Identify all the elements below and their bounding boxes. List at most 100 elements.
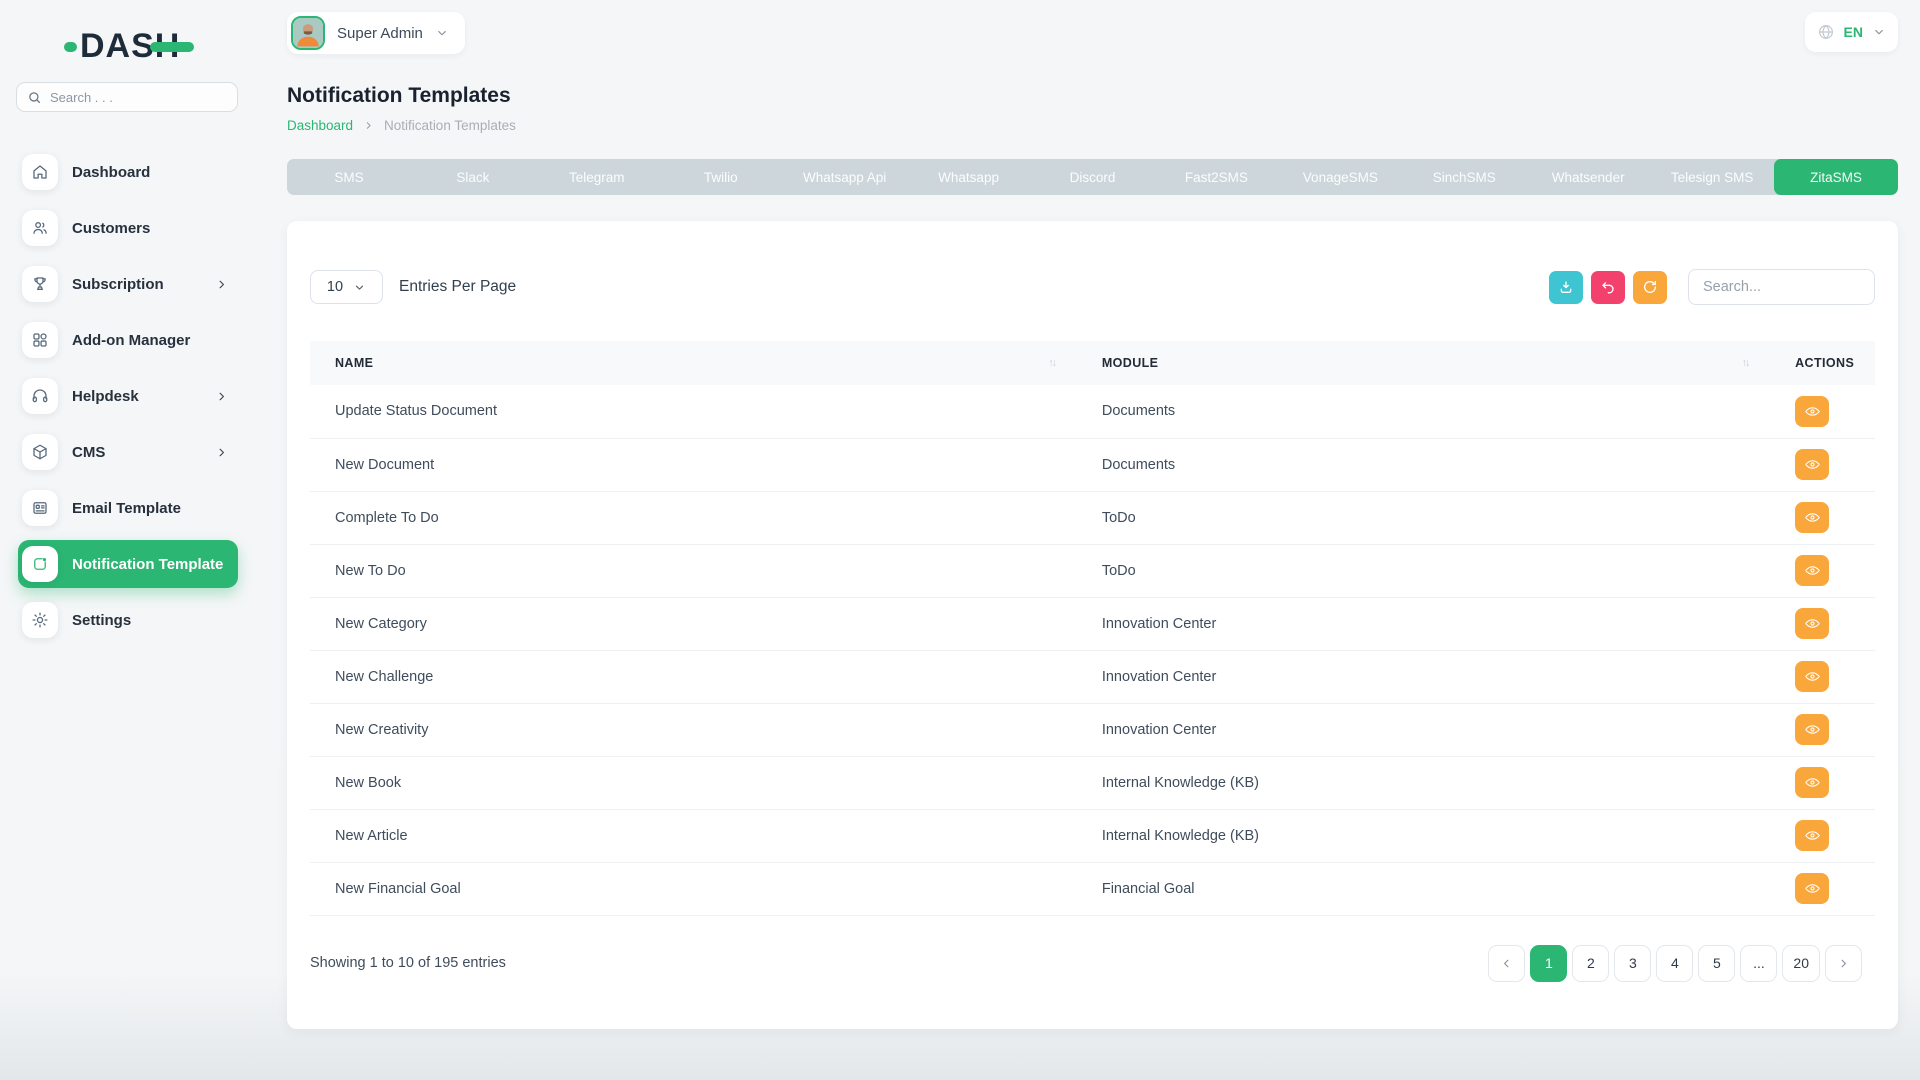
sidebar-item-email-template[interactable]: Email Template	[18, 484, 238, 532]
chevron-right-icon	[215, 278, 228, 291]
pagination-prev-button[interactable]	[1488, 945, 1525, 982]
tab-telegram[interactable]: Telegram	[535, 159, 659, 195]
sidebar-item-label: Email Template	[72, 500, 181, 517]
sidebar-item-label: Helpdesk	[72, 388, 139, 405]
sidebar-item-label: Dashboard	[72, 164, 150, 181]
export-download-button[interactable]	[1549, 271, 1583, 304]
chevron-down-icon	[435, 26, 449, 40]
view-template-button[interactable]	[1795, 714, 1829, 745]
refresh-button[interactable]	[1633, 271, 1667, 304]
tab-fast2sms[interactable]: Fast2SMS	[1154, 159, 1278, 195]
entries-per-page-value: 10	[327, 279, 343, 295]
tab-whatsapp-api[interactable]: Whatsapp Api	[783, 159, 907, 195]
sidebar-item-label: Customers	[72, 220, 150, 237]
sidebar-menu: Dashboard Customers Subscription Add-on Man…	[0, 148, 256, 652]
view-template-button[interactable]	[1795, 396, 1829, 427]
view-template-button[interactable]	[1795, 661, 1829, 692]
sidebar-item-customers[interactable]: Customers	[18, 204, 238, 252]
entries-per-page-select[interactable]: 10	[310, 270, 383, 304]
tab-whatsapp[interactable]: Whatsapp	[907, 159, 1031, 195]
cell-name: New Creativity	[310, 703, 1077, 756]
brand-logo[interactable]: DASH	[64, 24, 256, 68]
headset-icon-tile	[22, 378, 58, 414]
pagination-page-2[interactable]: 2	[1572, 945, 1609, 982]
view-template-button[interactable]	[1795, 555, 1829, 586]
sidebar-item-label: Notification Template	[72, 556, 223, 573]
table-toolbar: 10 Entries Per Page	[310, 269, 1875, 305]
gear-icon-tile	[22, 602, 58, 638]
sort-icon[interactable]: ↑↓	[1742, 357, 1749, 369]
globe-icon	[1817, 23, 1835, 41]
main-content: Super Admin EN Notification Templates Da…	[256, 0, 1920, 1029]
breadcrumb-dashboard-link[interactable]: Dashboard	[287, 118, 353, 133]
tab-sinchsms[interactable]: SinchSMS	[1402, 159, 1526, 195]
sidebar-search-input[interactable]	[50, 90, 210, 105]
cell-name: Update Status Document	[310, 385, 1077, 438]
view-template-button[interactable]	[1795, 608, 1829, 639]
tab-zitasms[interactable]: ZitaSMS	[1774, 159, 1898, 195]
topbar: Super Admin EN	[287, 12, 1898, 54]
cell-module: Innovation Center	[1077, 703, 1770, 756]
sort-icon[interactable]: ↑↓	[1048, 357, 1055, 369]
pagination: 12345...20	[1488, 945, 1875, 982]
table-row: New DocumentDocuments	[310, 438, 1875, 491]
tab-twilio[interactable]: Twilio	[659, 159, 783, 195]
cell-name: New Book	[310, 756, 1077, 809]
sidebar-item-notification-template[interactable]: Notification Template	[18, 540, 238, 588]
sidebar-item-settings[interactable]: Settings	[18, 596, 238, 644]
cell-name: New Challenge	[310, 650, 1077, 703]
tab-sms[interactable]: SMS	[287, 159, 411, 195]
view-template-button[interactable]	[1795, 502, 1829, 533]
tab-vonagesms[interactable]: VonageSMS	[1278, 159, 1402, 195]
pagination-ellipsis[interactable]: ...	[1740, 945, 1777, 982]
chevron-down-icon	[1872, 25, 1886, 39]
column-header-module[interactable]: MODULE↑↓	[1077, 341, 1770, 385]
user-menu[interactable]: Super Admin	[287, 12, 465, 54]
home-icon	[31, 163, 49, 181]
gear-icon	[31, 611, 49, 629]
view-template-button[interactable]	[1795, 820, 1829, 851]
tab-telesign-sms[interactable]: Telesign SMS	[1650, 159, 1774, 195]
table-row: New ChallengeInnovation Center	[310, 650, 1875, 703]
pagination-page-5[interactable]: 5	[1698, 945, 1735, 982]
cell-name: New Article	[310, 809, 1077, 862]
sidebar-item-dashboard[interactable]: Dashboard	[18, 148, 238, 196]
pagination-page-3[interactable]: 3	[1614, 945, 1651, 982]
pagination-page-4[interactable]: 4	[1656, 945, 1693, 982]
refresh-icon	[1642, 279, 1658, 295]
cell-actions	[1770, 544, 1875, 597]
eye-icon	[1804, 456, 1821, 473]
view-template-button[interactable]	[1795, 449, 1829, 480]
chevron-right-icon	[215, 446, 228, 459]
sidebar-item-cms[interactable]: CMS	[18, 428, 238, 476]
sidebar-item-label: CMS	[72, 444, 105, 461]
tab-discord[interactable]: Discord	[1031, 159, 1155, 195]
sidebar-item-subscription[interactable]: Subscription	[18, 260, 238, 308]
view-template-button[interactable]	[1795, 873, 1829, 904]
chevron-right-icon	[215, 446, 228, 459]
channel-tabs: SMSSlackTelegramTwilioWhatsapp ApiWhatsa…	[287, 159, 1898, 195]
cell-name: New Document	[310, 438, 1077, 491]
pagination-page-20[interactable]: 20	[1782, 945, 1820, 982]
column-header-name[interactable]: NAME↑↓	[310, 341, 1077, 385]
cell-actions	[1770, 438, 1875, 491]
pagination-page-1[interactable]: 1	[1530, 945, 1567, 982]
language-selector[interactable]: EN	[1805, 12, 1898, 52]
table-row: New ArticleInternal Knowledge (KB)	[310, 809, 1875, 862]
cell-module: Documents	[1077, 438, 1770, 491]
view-template-button[interactable]	[1795, 767, 1829, 798]
chevron-down-icon	[435, 26, 449, 40]
templates-table: NAME↑↓ MODULE↑↓ ACTIONS Update Status Do…	[310, 341, 1875, 916]
undo-button[interactable]	[1591, 271, 1625, 304]
sidebar-item-add-on-manager[interactable]: Add-on Manager	[18, 316, 238, 364]
pagination-next-button[interactable]	[1825, 945, 1862, 982]
table-footer: Showing 1 to 10 of 195 entries 12345...2…	[310, 945, 1875, 982]
tab-slack[interactable]: Slack	[411, 159, 535, 195]
tab-whatsender[interactable]: Whatsender	[1526, 159, 1650, 195]
cell-actions	[1770, 597, 1875, 650]
sidebar-item-helpdesk[interactable]: Helpdesk	[18, 372, 238, 420]
email-template-icon	[31, 499, 49, 517]
table-search-input[interactable]	[1688, 269, 1875, 305]
cube-icon-tile	[22, 434, 58, 470]
cell-module: Financial Goal	[1077, 862, 1770, 915]
